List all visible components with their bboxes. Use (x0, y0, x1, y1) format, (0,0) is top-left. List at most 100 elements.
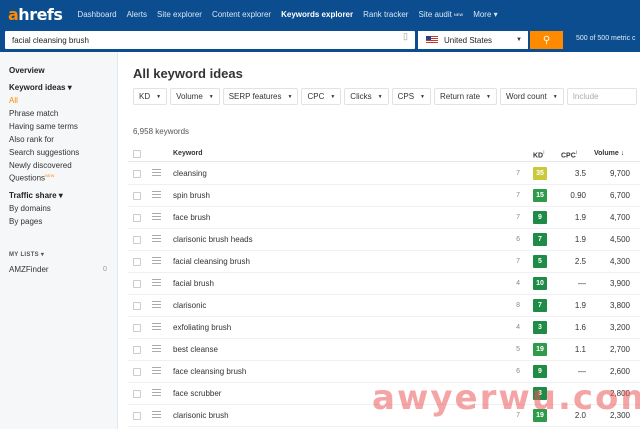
sidebar-item-by-domains[interactable]: By domains (9, 204, 51, 213)
sidebar-item-by-pages[interactable]: By pages (9, 217, 42, 226)
filter-word-count[interactable]: Word count ▼ (499, 88, 564, 105)
kd-badge: 9 (533, 211, 547, 224)
sidebar-item-phrase-match[interactable]: Phrase match (9, 109, 58, 118)
keyword-link[interactable]: clarisonic (173, 301, 206, 310)
filter-cps[interactable]: CPS ▼ (391, 88, 431, 105)
sidebar-item-questions[interactable]: QuestionsNEW (9, 173, 54, 183)
serp-lines-icon[interactable] (152, 411, 161, 420)
word-count: 7 (516, 214, 520, 221)
serp-lines-icon[interactable] (152, 257, 161, 266)
kd-badge: 19 (533, 343, 547, 356)
table-row[interactable]: cleansing 7 35 3.5 9,700 (128, 163, 640, 185)
filter-kd[interactable]: KD ▼ (133, 88, 168, 105)
header-volume[interactable]: Volume ↓ (594, 150, 624, 157)
serp-lines-icon[interactable] (152, 323, 161, 332)
header-cpc[interactable]: CPCi (561, 150, 577, 159)
table-row[interactable]: clarisonic 8 7 1.9 3,800 (128, 295, 640, 317)
country-select[interactable]: United States ▼ (418, 31, 528, 49)
list-item-amzfinder[interactable]: AMZFinder (9, 265, 49, 274)
top-nav: ahrefs Dashboard Alerts Site explorer Co… (0, 0, 640, 28)
filter-serp-features[interactable]: SERP features ▼ (222, 88, 299, 105)
nav-more[interactable]: More ▾ (468, 0, 502, 28)
table-row[interactable]: facial cleansing brush 7 5 2.5 4,300 (128, 251, 640, 273)
table-row[interactable]: exfoliating brush 4 3 1.6 3,200 (128, 317, 640, 339)
nav-keywords-explorer[interactable]: Keywords explorer (276, 0, 358, 28)
keyword-link[interactable]: best cleanse (173, 345, 218, 354)
filter-return-rate[interactable]: Return rate ▼ (434, 88, 497, 105)
sidebar-traffic-share[interactable]: Traffic share ▾ (9, 191, 63, 200)
row-checkbox[interactable] (133, 170, 141, 178)
keyword-link[interactable]: face scrubber (173, 389, 221, 398)
header-keyword[interactable]: Keyword (173, 150, 203, 157)
nav-alerts[interactable]: Alerts (122, 0, 152, 28)
sidebar-item-search-suggestions[interactable]: Search suggestions (9, 148, 79, 157)
chevron-down-icon: ▾ (493, 9, 498, 19)
info-icon: i (543, 150, 545, 156)
watermark: awyerwu.com (372, 378, 640, 418)
table-row[interactable]: face brush 7 9 1.9 4,700 (128, 207, 640, 229)
filter-volume[interactable]: Volume ▼ (170, 88, 220, 105)
sidebar-overview[interactable]: Overview (9, 66, 45, 75)
row-checkbox[interactable] (133, 390, 141, 398)
sidebar-keyword-ideas[interactable]: Keyword ideas ▾ (9, 83, 72, 92)
include-input[interactable]: Include (566, 88, 637, 105)
serp-lines-icon[interactable] (152, 279, 161, 288)
filter-cpc[interactable]: CPC ▼ (301, 88, 342, 105)
my-lists-header[interactable]: MY LISTS ▾ (9, 251, 44, 258)
serp-lines-icon[interactable] (152, 169, 161, 178)
serp-lines-icon[interactable] (152, 235, 161, 244)
filter-clicks[interactable]: Clicks ▼ (344, 88, 389, 105)
serp-lines-icon[interactable] (152, 389, 161, 398)
nav-site-audit[interactable]: Site audit NEW (413, 0, 468, 28)
clipboard-icon[interactable]: ▯ (403, 31, 411, 43)
row-checkbox[interactable] (133, 192, 141, 200)
keyword-link[interactable]: clarisonic brush heads (173, 235, 253, 244)
row-checkbox[interactable] (133, 214, 141, 222)
keyword-link[interactable]: cleansing (173, 169, 207, 178)
serp-lines-icon[interactable] (152, 301, 161, 310)
sidebar-item-having-same-terms[interactable]: Having same terms (9, 122, 78, 131)
serp-lines-icon[interactable] (152, 345, 161, 354)
serp-lines-icon[interactable] (152, 213, 161, 222)
header-kd[interactable]: KDi (533, 150, 545, 159)
sidebar-item-also-rank-for[interactable]: Also rank for (9, 135, 54, 144)
row-checkbox[interactable] (133, 368, 141, 376)
nav-rank-tracker[interactable]: Rank tracker (358, 0, 413, 28)
row-checkbox[interactable] (133, 324, 141, 332)
search-button[interactable]: ⚲ (530, 31, 563, 49)
keyword-link[interactable]: exfoliating brush (173, 323, 231, 332)
row-checkbox[interactable] (133, 412, 141, 420)
sidebar-item-newly-discovered[interactable]: Newly discovered (9, 161, 72, 170)
row-checkbox[interactable] (133, 280, 141, 288)
cpc-value: 1.1 (574, 345, 586, 354)
table-row[interactable]: clarisonic brush heads 6 7 1.9 4,500 (128, 229, 640, 251)
ahrefs-logo[interactable]: ahrefs (8, 5, 63, 24)
nav-dashboard[interactable]: Dashboard (72, 0, 121, 28)
nav-content-explorer[interactable]: Content explorer (207, 0, 276, 28)
keyword-search-input[interactable]: facial cleansing brush (5, 31, 415, 49)
nav-site-explorer[interactable]: Site explorer (152, 0, 207, 28)
word-count: 4 (516, 280, 520, 287)
cpc-value: 1.9 (574, 235, 586, 244)
keyword-link[interactable]: clarisonic brush (173, 411, 229, 420)
keyword-link[interactable]: face brush (173, 213, 210, 222)
sidebar-item-all[interactable]: All (9, 96, 18, 105)
row-checkbox[interactable] (133, 302, 141, 310)
row-checkbox[interactable] (133, 258, 141, 266)
serp-lines-icon[interactable] (152, 367, 161, 376)
keyword-count: 6,958 keywords (133, 127, 190, 136)
row-checkbox[interactable] (133, 346, 141, 354)
kd-badge: 7 (533, 299, 547, 312)
cpc-value: 1.9 (574, 301, 586, 310)
keyword-link[interactable]: facial brush (173, 279, 214, 288)
keyword-link[interactable]: spin brush (173, 191, 210, 200)
table-row[interactable]: spin brush 7 15 0.90 6,700 (128, 185, 640, 207)
serp-lines-icon[interactable] (152, 191, 161, 200)
kd-badge: 35 (533, 167, 547, 180)
table-row[interactable]: facial brush 4 10 — 3,900 (128, 273, 640, 295)
keyword-link[interactable]: facial cleansing brush (173, 257, 250, 266)
keyword-link[interactable]: face cleansing brush (173, 367, 246, 376)
row-checkbox[interactable] (133, 236, 141, 244)
table-row[interactable]: best cleanse 5 19 1.1 2,700 (128, 339, 640, 361)
select-all-checkbox[interactable] (133, 150, 141, 158)
